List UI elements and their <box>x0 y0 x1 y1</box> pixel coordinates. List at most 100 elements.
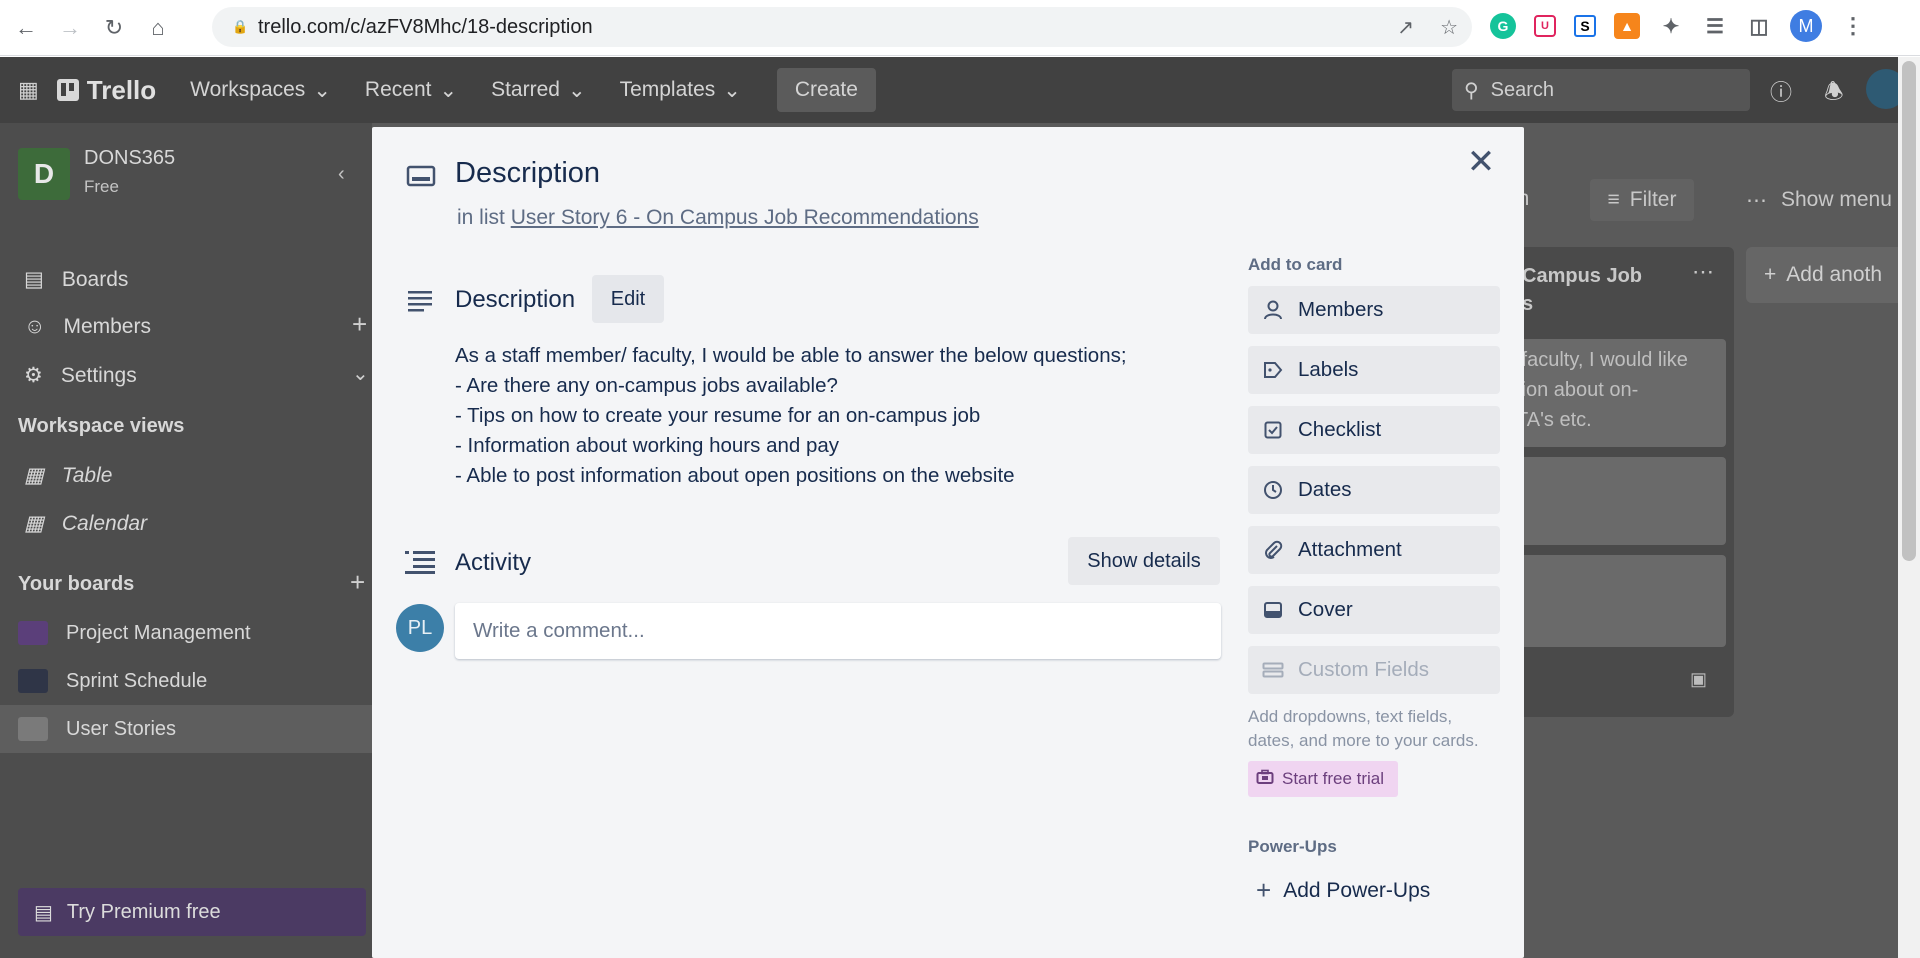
url-text[interactable]: trello.com/c/azFV8Mhc/18-description <box>258 16 593 39</box>
board-card[interactable] <box>1508 457 1726 545</box>
app-switcher-icon[interactable]: ▦ <box>18 77 39 103</box>
try-premium-label: Try Premium free <box>66 900 221 923</box>
list-title: Campus Job <box>1522 265 1643 287</box>
vertical-scrollbar[interactable] <box>1898 57 1920 958</box>
sidebar-item-label: Calendar <box>61 511 148 535</box>
comment-input[interactable]: Write a comment... <box>455 603 1221 659</box>
sidebar-item-table[interactable]: ▦ Table <box>24 463 112 488</box>
card-title[interactable]: Description <box>455 157 600 190</box>
home-icon[interactable]: ⌂ <box>140 10 176 46</box>
paperclip-icon <box>1262 539 1284 561</box>
chevron-down-icon[interactable]: ⌄ <box>352 361 369 386</box>
clock-icon <box>1262 479 1284 501</box>
trello-logo[interactable]: Trello <box>56 75 156 106</box>
add-member-icon[interactable]: + <box>352 309 367 340</box>
card-text: tion about on- <box>1516 379 1639 401</box>
more-icon: ⋯ <box>1746 188 1767 212</box>
recent-menu[interactable]: Recent ⌄ <box>365 78 457 103</box>
attachment-button[interactable]: Attachment <box>1248 526 1500 574</box>
sidebar-item-calendar[interactable]: ▦ Calendar <box>24 511 147 536</box>
side-panel-icon[interactable]: ◫ <box>1746 13 1772 39</box>
back-icon[interactable]: ← <box>8 10 44 46</box>
avatar[interactable]: PL <box>396 604 444 652</box>
starred-menu[interactable]: Starred ⌄ <box>491 78 585 103</box>
workspaces-menu[interactable]: Workspaces ⌄ <box>190 78 331 103</box>
search-placeholder: Search <box>1490 78 1555 101</box>
edit-description-button[interactable]: Edit <box>592 275 664 323</box>
card-icon <box>406 165 436 187</box>
pocket-extension-icon[interactable]: U <box>1534 15 1556 37</box>
custom-fields-button-label: Custom Fields <box>1298 658 1430 681</box>
show-details-button[interactable]: Show details <box>1068 537 1220 585</box>
sidebar-item-boards[interactable]: ▤ Boards <box>24 267 128 292</box>
profile-avatar[interactable]: M <box>1790 10 1822 42</box>
description-line: As a staff member/ faculty, I would be a… <box>455 344 1127 367</box>
description-text[interactable]: As a staff member/ faculty, I would be a… <box>455 341 1127 491</box>
sidebar-item-settings[interactable]: ⚙ Settings <box>24 363 137 388</box>
grammarly-extension-icon[interactable]: G <box>1490 13 1516 39</box>
sidebar-board-project-management[interactable]: Project Management <box>18 621 251 645</box>
try-premium-button[interactable]: ▤ Try Premium free <box>18 888 366 936</box>
create-button[interactable]: Create <box>776 68 876 112</box>
bookmark-star-icon[interactable]: ☆ <box>1440 15 1458 40</box>
search-input[interactable]: ⚲ Search <box>1452 69 1750 111</box>
info-icon[interactable]: ⓘ <box>1770 75 1792 107</box>
list-menu-icon[interactable]: ⋯ <box>1692 259 1714 285</box>
cover-icon <box>1262 599 1284 621</box>
filter-button[interactable]: ≡ Filter <box>1590 179 1694 221</box>
metamask-extension-icon[interactable]: ▲ <box>1614 13 1640 39</box>
chrome-menu-icon[interactable]: ⋮ <box>1840 13 1866 39</box>
checklist-button[interactable]: Checklist <box>1248 406 1500 454</box>
add-another-list-button[interactable]: + Add anoth <box>1746 247 1906 303</box>
sidebar-item-label: Members <box>63 315 151 338</box>
board-card[interactable] <box>1508 555 1726 647</box>
collapse-sidebar-icon[interactable]: ‹ <box>338 163 345 186</box>
board-label: User Stories <box>66 717 177 740</box>
members-button[interactable]: Members <box>1248 286 1500 334</box>
calendar-icon: ▦ <box>24 512 44 535</box>
chevron-down-icon: ⌄ <box>723 78 741 102</box>
add-powerups-button[interactable]: + Add Power-Ups <box>1256 875 1430 906</box>
sidebar-board-user-stories[interactable]: User Stories <box>18 717 176 741</box>
share-icon[interactable]: ↗ <box>1397 15 1414 40</box>
board-label: Sprint Schedule <box>66 669 208 692</box>
labels-button[interactable]: Labels <box>1248 346 1500 394</box>
s-extension-icon[interactable]: S <box>1574 15 1596 37</box>
lock-icon: 🔒 <box>232 19 249 34</box>
board-thumbnail <box>18 669 48 693</box>
plus-icon: + <box>1764 263 1777 286</box>
dates-button[interactable]: Dates <box>1248 466 1500 514</box>
in-list-prefix: in list <box>457 206 505 229</box>
person-icon <box>1262 299 1284 321</box>
fields-icon <box>1262 659 1284 681</box>
show-menu-button[interactable]: ⋯ Show menu <box>1746 179 1906 221</box>
vertical-scroll-thumb[interactable] <box>1902 61 1916 561</box>
reload-icon[interactable]: ↻ <box>96 10 132 46</box>
workspaces-label: Workspaces <box>190 78 306 101</box>
plus-icon: + <box>1256 875 1272 905</box>
table-icon: ▦ <box>24 464 44 487</box>
custom-fields-button[interactable]: Custom Fields <box>1248 646 1500 694</box>
cover-button[interactable]: Cover <box>1248 586 1500 634</box>
add-board-icon[interactable]: + <box>350 567 365 598</box>
chevron-down-icon: ⌄ <box>567 78 586 102</box>
add-powerups-label: Add Power-Ups <box>1283 878 1431 902</box>
templates-menu[interactable]: Templates ⌄ <box>620 78 741 103</box>
list-name-link[interactable]: User Story 6 - On Campus Job Recommendat… <box>511 206 979 229</box>
tag-icon <box>1262 359 1284 381</box>
sidebar-board-sprint-schedule[interactable]: Sprint Schedule <box>18 669 207 693</box>
in-list-text: in list User Story 6 - On Campus Job Rec… <box>457 206 979 230</box>
start-free-trial-button[interactable]: Start free trial <box>1248 761 1398 797</box>
gear-icon: ⚙ <box>24 364 43 387</box>
close-icon[interactable]: ✕ <box>1464 143 1498 181</box>
browser-toolbar: ← → ↻ ⌂ 🔒 trello.com/c/azFV8Mhc/18-descr… <box>0 0 1920 56</box>
search-icon: ⚲ <box>1464 79 1479 102</box>
notifications-bell-icon[interactable]: 🕭 <box>1824 75 1844 113</box>
card-template-icon[interactable]: ▣ <box>1690 669 1707 690</box>
address-bar[interactable]: 🔒 trello.com/c/azFV8Mhc/18-description ↗… <box>212 7 1472 47</box>
extensions-puzzle-icon[interactable]: ✦ <box>1658 13 1684 39</box>
sidebar-item-members[interactable]: ☺ Members <box>24 315 151 339</box>
board-thumbnail <box>18 717 48 741</box>
reading-list-icon[interactable]: ☰ <box>1702 13 1728 39</box>
forward-icon[interactable]: → <box>52 10 88 46</box>
